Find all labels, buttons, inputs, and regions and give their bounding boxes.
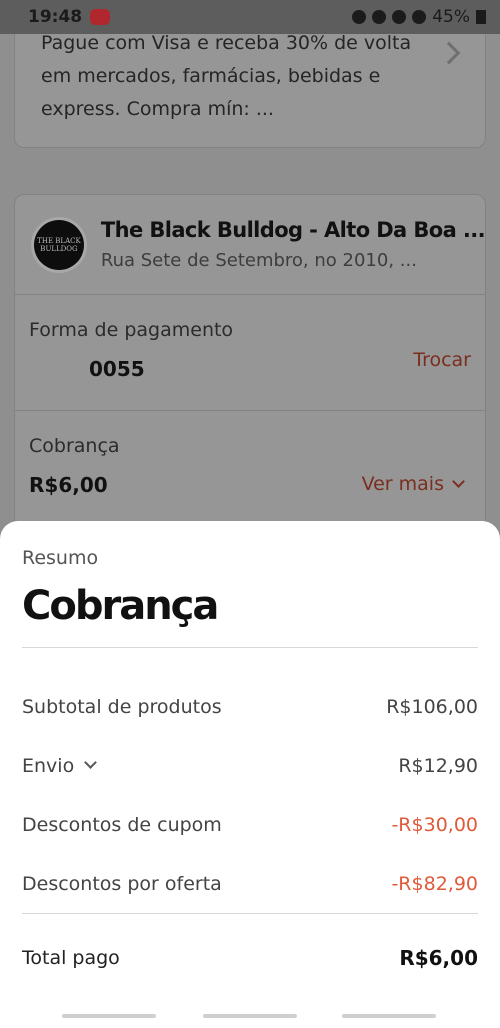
status-icons: 45% <box>352 7 486 27</box>
sheet-title: Cobrança <box>22 583 219 629</box>
battery-icon <box>476 10 486 24</box>
signal-icon <box>412 10 427 24</box>
store-logo: THE BLACK BULLDOG <box>31 216 87 273</box>
sheet-subtitle: Resumo <box>22 547 99 569</box>
line-label: Subtotal de produtos <box>22 695 222 718</box>
see-more-button[interactable]: Ver mais <box>361 473 465 495</box>
navigation-bar <box>0 1014 500 1020</box>
location-icon <box>372 10 387 24</box>
nav-back-button[interactable] <box>342 1014 436 1018</box>
payment-method-row: Forma de pagamento 0055 Trocar <box>15 295 485 411</box>
line-value: R$12,90 <box>398 754 478 777</box>
payment-label: Forma de pagamento <box>29 319 234 341</box>
summary-line-shipping[interactable]: Envio R$12,90 <box>22 736 478 795</box>
summary-sheet: Resumo Cobrança Subtotal de produtos R$1… <box>0 521 500 1028</box>
chevron-down-icon <box>84 756 98 769</box>
line-label: Descontos por oferta <box>22 872 222 895</box>
nav-recents-button[interactable] <box>62 1014 156 1018</box>
status-time: 19:48 <box>28 7 83 27</box>
summary-line-subtotal: Subtotal de produtos R$106,00 <box>22 677 478 736</box>
see-more-label: Ver mais <box>361 473 444 495</box>
charge-label: Cobrança <box>29 435 120 457</box>
charge-row: Cobrança R$6,00 Ver mais <box>15 411 485 531</box>
summary-line-coupon: Descontos de cupom -R$30,00 <box>22 795 478 854</box>
line-label: Descontos de cupom <box>22 813 222 836</box>
total-label: Total pago <box>22 947 120 969</box>
chevron-down-icon <box>452 475 465 488</box>
line-value: -R$82,90 <box>391 872 478 895</box>
line-label: Envio <box>22 754 75 777</box>
nav-home-button[interactable] <box>203 1014 297 1018</box>
battery-percent: 45% <box>432 7 470 27</box>
store-name: The Black Bulldog - Alto Da Boa ... <box>100 218 486 242</box>
summary-line-offer: Descontos por oferta -R$82,90 <box>22 854 478 913</box>
store-address: Rua Sete de Setembro, no 2010, ... <box>100 250 417 271</box>
total-value: R$6,00 <box>399 946 478 970</box>
total-row: Total pago R$6,00 <box>22 914 478 1002</box>
promo-text: Pague com Visa e receba 30% de volta em … <box>41 32 412 120</box>
chevron-right-icon <box>437 41 461 65</box>
change-payment-button[interactable]: Trocar <box>413 349 471 371</box>
store-header[interactable]: THE BLACK BULLDOG The Black Bulldog - Al… <box>15 195 486 295</box>
status-bar: 19:48 45% <box>0 0 500 34</box>
order-card: THE BLACK BULLDOG The Black Bulldog - Al… <box>14 194 486 554</box>
alarm-icon <box>352 10 367 24</box>
line-value: R$106,00 <box>386 695 478 718</box>
line-value: -R$30,00 <box>391 813 478 836</box>
notification-icon <box>90 9 111 25</box>
wifi-icon <box>392 10 407 24</box>
